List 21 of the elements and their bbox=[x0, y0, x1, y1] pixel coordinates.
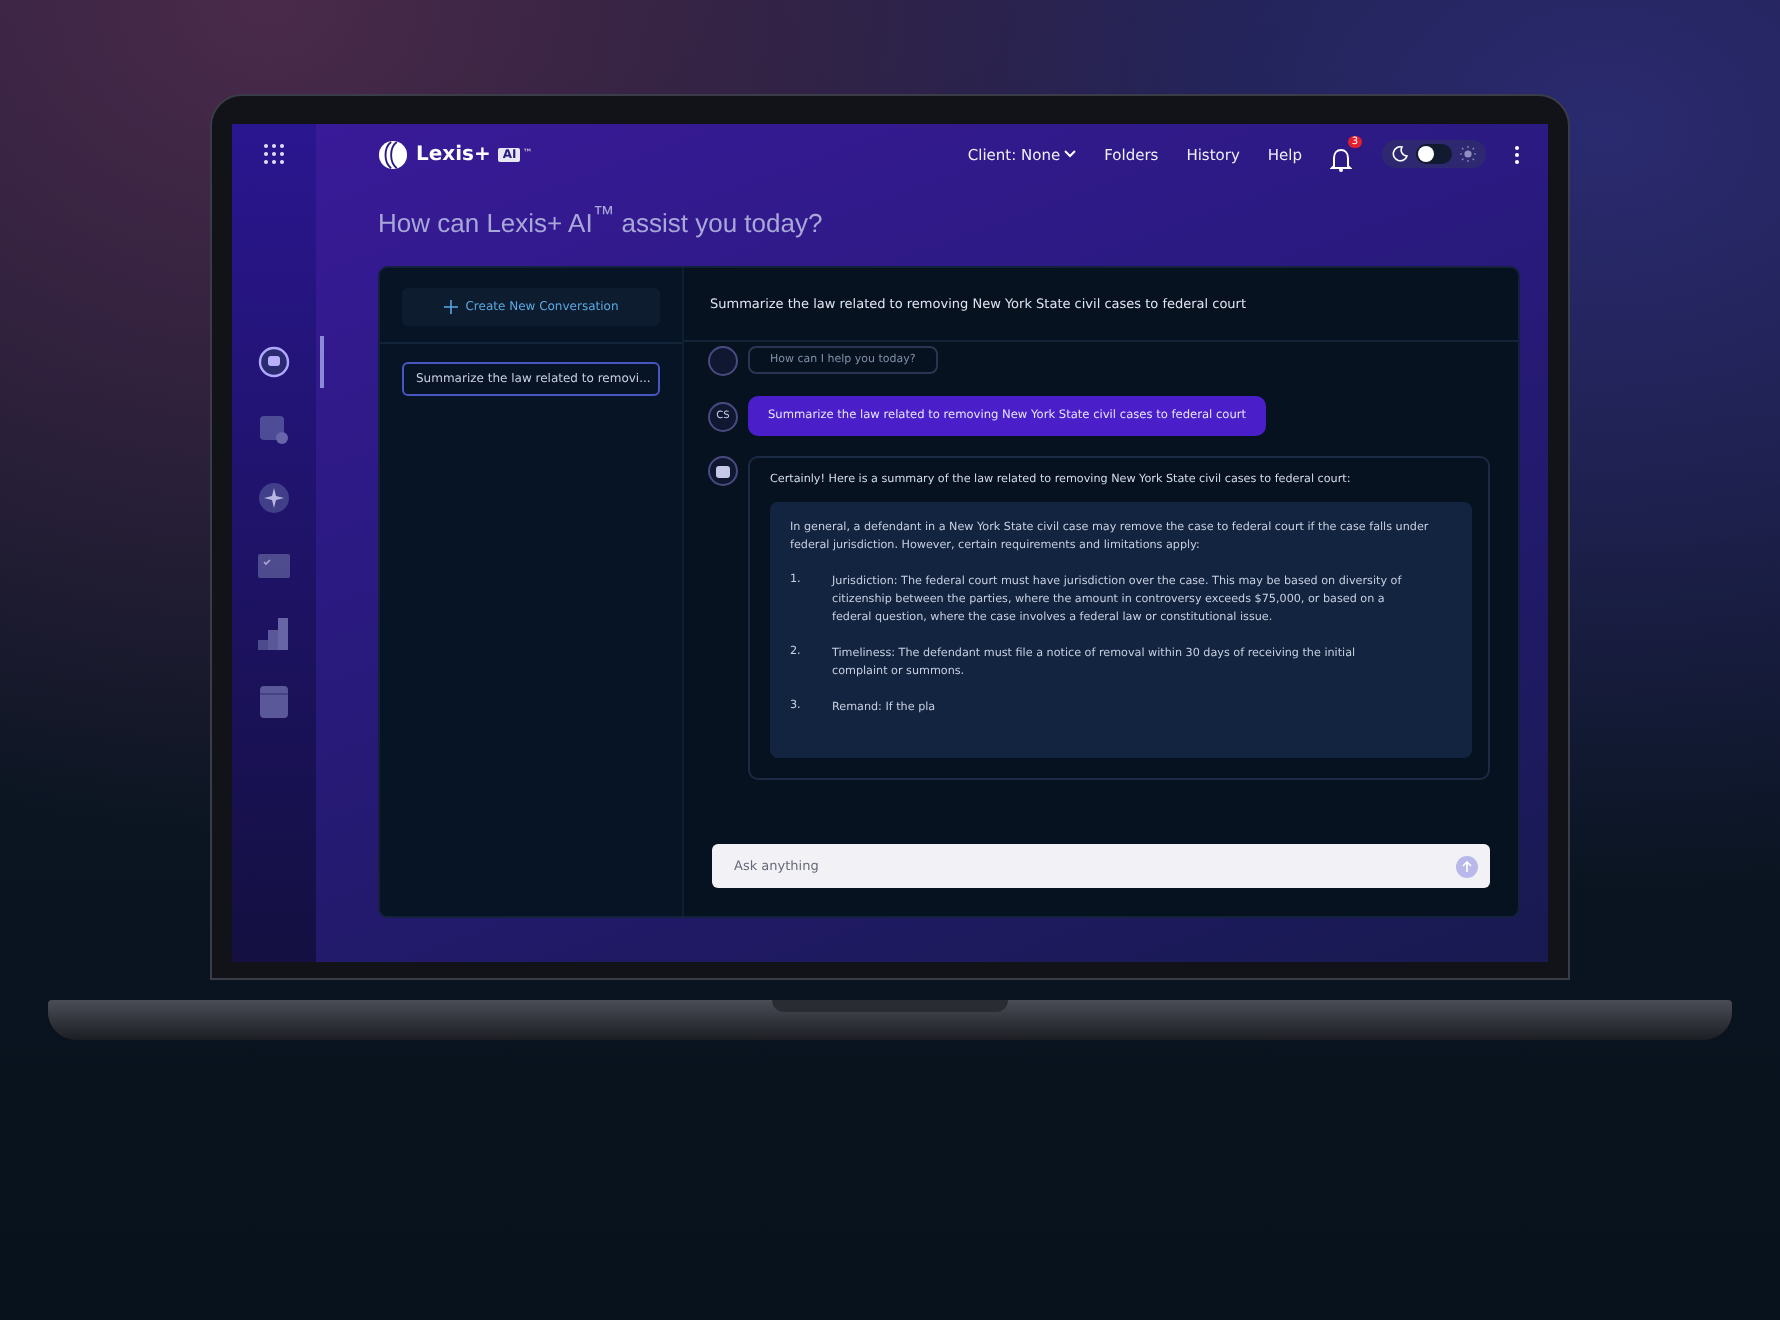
document-icon bbox=[260, 686, 288, 718]
app-grid-icon[interactable] bbox=[264, 144, 284, 164]
folder-icon bbox=[258, 552, 290, 580]
sun-icon bbox=[1460, 146, 1476, 162]
plus-icon bbox=[443, 300, 458, 315]
arrow-up-icon bbox=[1462, 860, 1472, 873]
moon-icon bbox=[1392, 146, 1408, 162]
chat-icon bbox=[258, 346, 290, 378]
logo-text: Lexis+ bbox=[416, 143, 491, 165]
bell-icon[interactable] bbox=[1330, 148, 1352, 172]
assistant-avatar bbox=[708, 346, 738, 377]
chat-icon bbox=[716, 465, 730, 478]
logo-icon bbox=[378, 139, 408, 169]
bar-chart-icon bbox=[258, 618, 290, 650]
chevron-down-icon bbox=[1064, 150, 1077, 158]
sparkle-icon bbox=[258, 482, 290, 514]
more-options-icon[interactable] bbox=[1514, 145, 1520, 163]
search-icon bbox=[258, 414, 290, 446]
theme-toggle[interactable] bbox=[1382, 140, 1486, 168]
active-indicator bbox=[320, 336, 324, 388]
page-heading: How can Lexis+ AI$^{™}$ assist you today? bbox=[378, 204, 825, 239]
